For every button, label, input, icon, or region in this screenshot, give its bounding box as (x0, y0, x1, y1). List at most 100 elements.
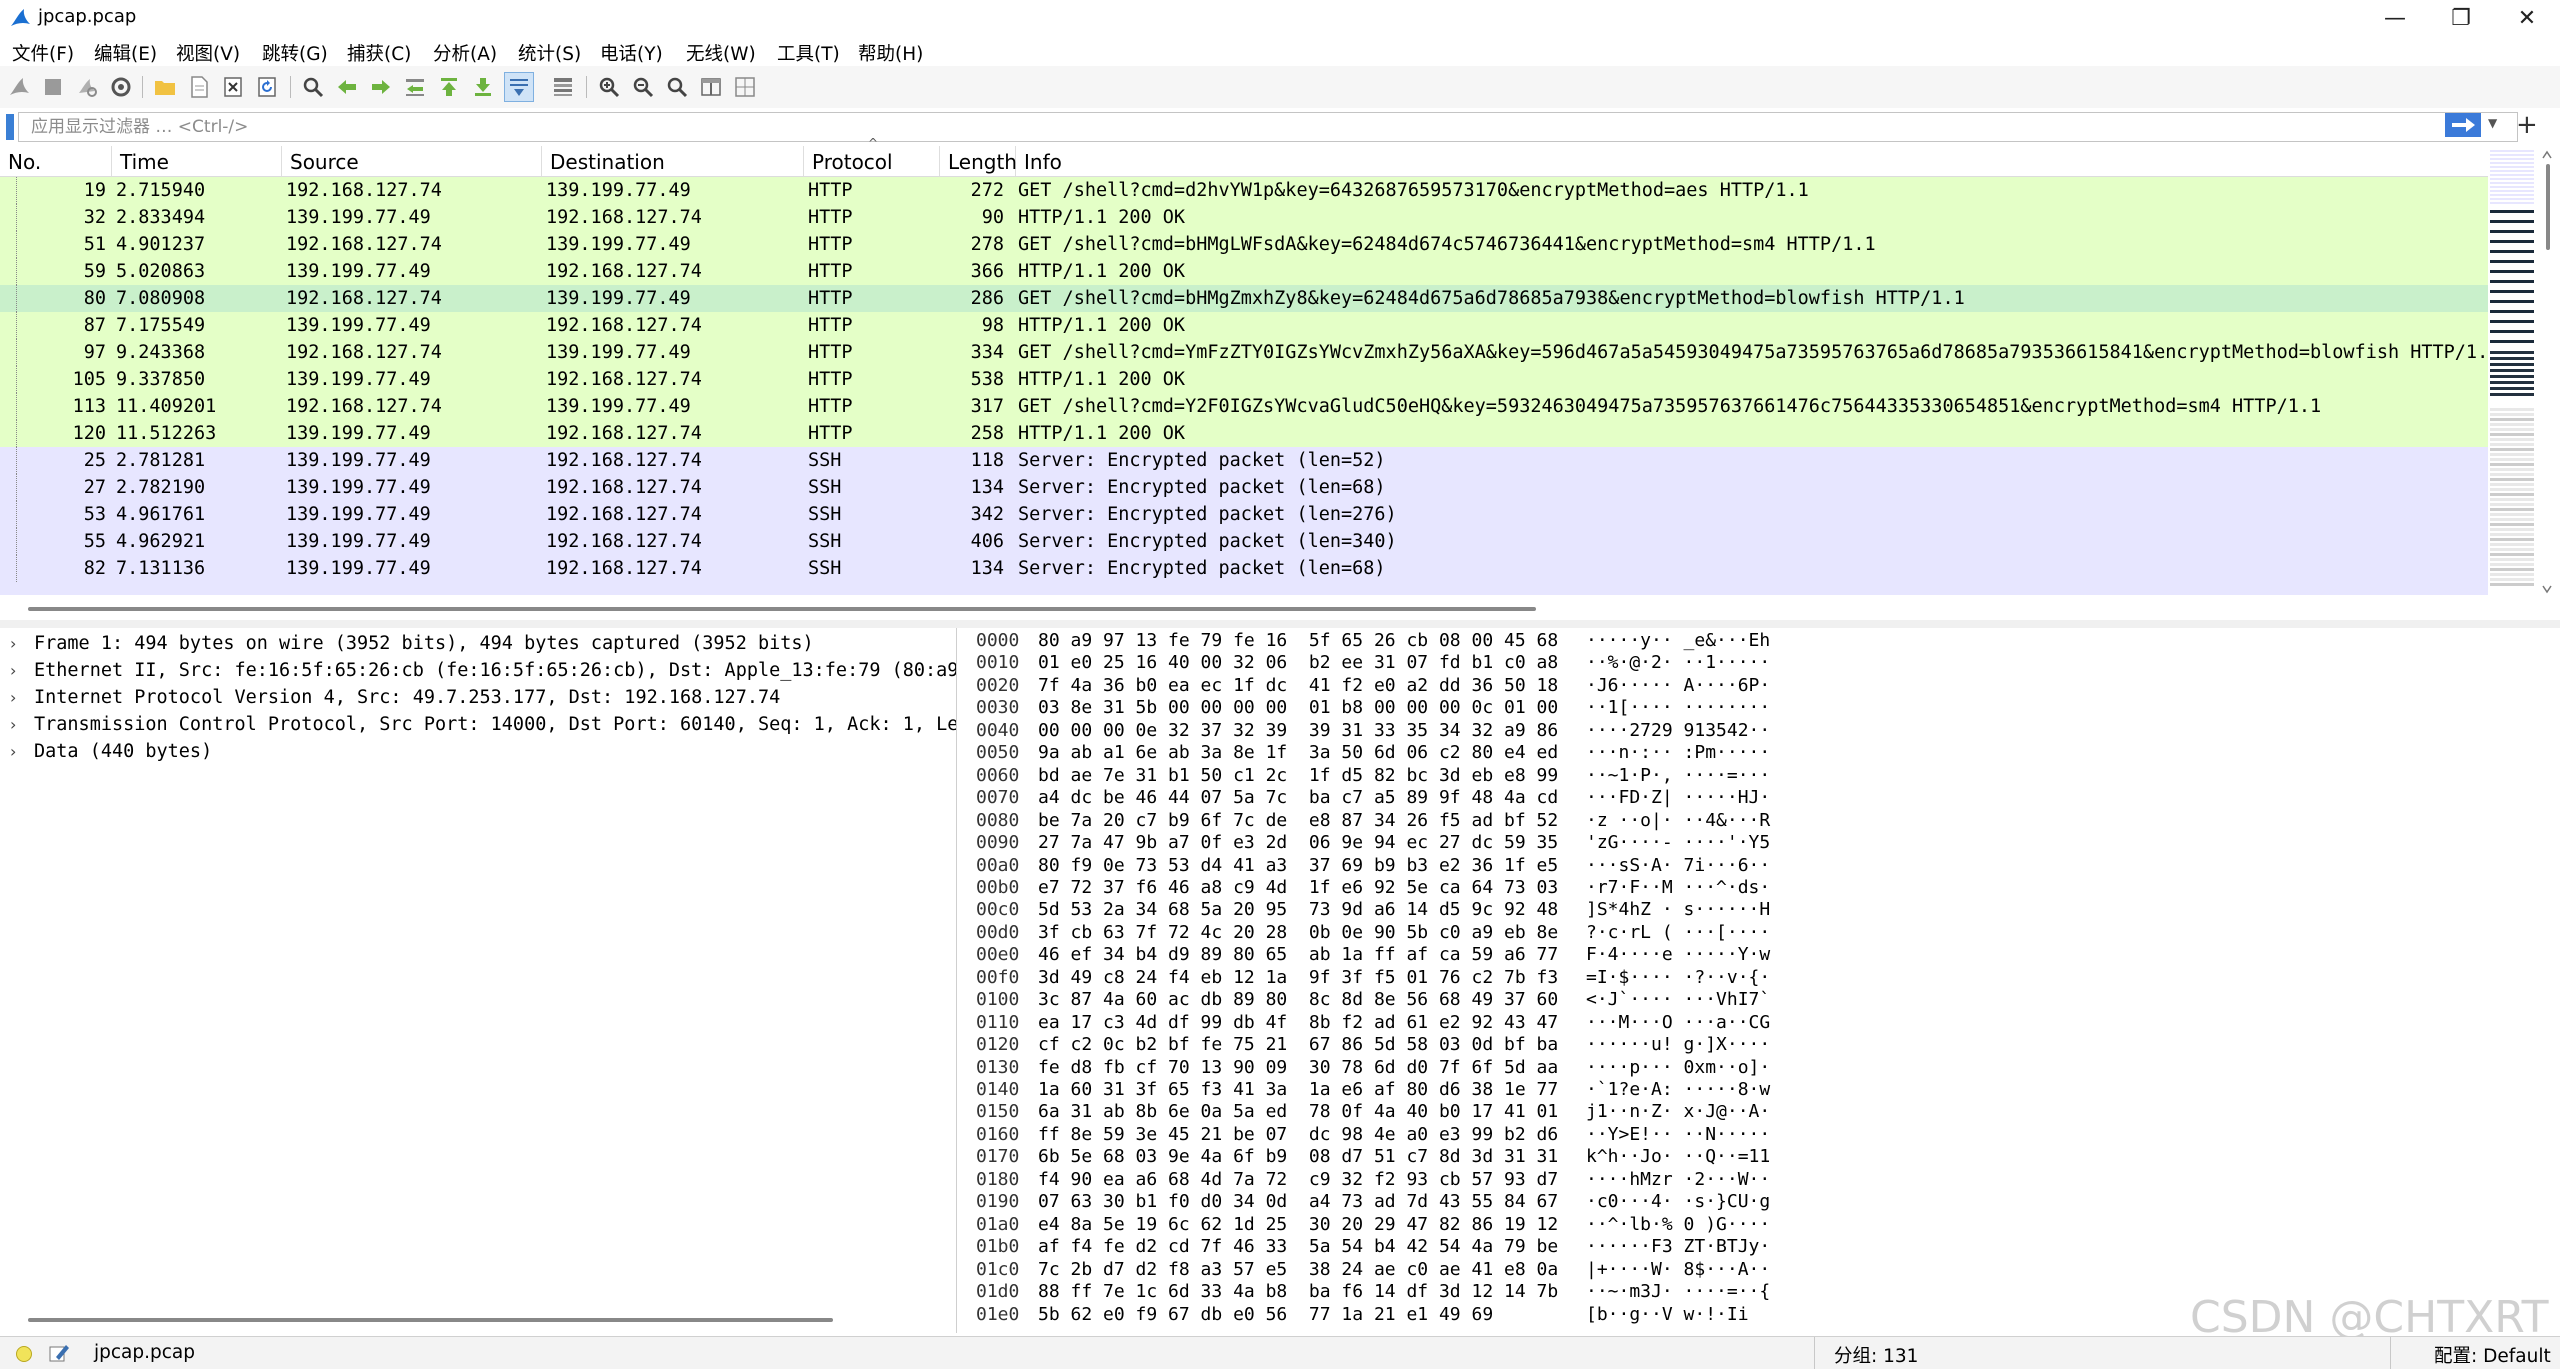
packet-length: 98 (981, 315, 1004, 336)
menu-edit[interactable]: 编辑(E) (94, 38, 157, 68)
layout-button[interactable] (730, 72, 760, 102)
restart-capture-button[interactable] (72, 72, 102, 102)
detail-tree-item[interactable]: › Internet Protocol Version 4, Src: 49.7.… (0, 684, 956, 711)
detail-tree-item[interactable]: › Ethernet II, Src: fe:16:5f:65:26:cb (fe… (0, 657, 956, 684)
save-file-button[interactable] (184, 72, 214, 102)
hex-bytes: ff 8e 59 3e 45 21 be 07 dc 98 4e a0 e3 9… (1038, 1123, 1559, 1145)
menu-statistics[interactable]: 统计(S) (518, 38, 581, 68)
column-source[interactable]: Source (282, 146, 542, 176)
column-info[interactable]: Info (1016, 146, 2488, 176)
go-back-button[interactable] (332, 72, 362, 102)
maximize-button[interactable]: ❐ (2428, 0, 2494, 36)
packet-row[interactable]: 97 9.243368 192.168.127.74 139.199.77.49 HTT… (0, 339, 2488, 366)
menu-telephony[interactable]: 电话(Y) (600, 38, 663, 68)
packet-row[interactable]: 59 5.020863 139.199.77.49 192.168.127.74 HTT… (0, 258, 2488, 285)
packet-row[interactable]: 53 4.961761 139.199.77.49 192.168.127.74 SSH… (0, 501, 2488, 528)
expand-arrow-icon[interactable]: › (10, 711, 16, 738)
expand-arrow-icon[interactable]: › (10, 684, 16, 711)
zoom-out-button[interactable] (628, 72, 658, 102)
display-filter-input[interactable] (29, 113, 2453, 141)
last-packet-button[interactable] (468, 72, 498, 102)
column-length[interactable]: Length (940, 146, 1017, 176)
minimap-stripe (2490, 190, 2534, 192)
capture-options-button[interactable] (106, 72, 136, 102)
packet-source: 139.199.77.49 (286, 315, 431, 336)
capture-comment-icon[interactable] (48, 1343, 70, 1363)
status-profile[interactable]: 配置: Default (2434, 1342, 2551, 1368)
stop-capture-button[interactable] (38, 72, 68, 102)
column-time[interactable]: Time (112, 146, 282, 176)
minimize-button[interactable]: — (2362, 0, 2428, 36)
hex-bytes: bd ae 7e 31 b1 50 c1 2c 1f d5 82 bc 3d e… (1038, 764, 1559, 786)
packet-row[interactable]: 87 7.175549 139.199.77.49 192.168.127.74 HTT… (0, 312, 2488, 339)
packet-row[interactable]: 25 2.781281 139.199.77.49 192.168.127.74 SSH… (0, 447, 2488, 474)
menu-view[interactable]: 视图(V) (176, 38, 240, 68)
packet-length: 258 (970, 423, 1004, 444)
packet-row[interactable]: 27 2.782190 139.199.77.49 192.168.127.74 SSH… (0, 474, 2488, 501)
expand-arrow-icon[interactable]: › (10, 738, 16, 765)
column-protocol[interactable]: Protocol (804, 146, 940, 176)
column-destination[interactable]: Destination (542, 146, 804, 176)
expand-arrow-icon[interactable]: › (10, 657, 16, 684)
resize-columns-button[interactable] (696, 72, 726, 102)
go-to-packet-button[interactable] (400, 72, 430, 102)
menu-tools[interactable]: 工具(T) (777, 38, 840, 68)
packet-row[interactable]: 105 9.337850 139.199.77.49 192.168.127.74 HT… (0, 366, 2488, 393)
packet-list-hscroll-thumb[interactable] (28, 607, 1536, 611)
packet-row[interactable]: 80 7.080908 192.168.127.74 139.199.77.49 HTT… (0, 285, 2488, 312)
expand-arrow-icon[interactable]: › (10, 630, 16, 657)
zoom-in-button[interactable] (594, 72, 624, 102)
open-file-button[interactable] (150, 72, 180, 102)
menu-help[interactable]: 帮助(H) (858, 38, 923, 68)
minimap-stripe (2490, 369, 2534, 372)
filter-history-dropdown[interactable]: ▼ (2488, 116, 2504, 136)
packet-protocol: SSH (808, 504, 842, 525)
packet-row[interactable]: 82 7.131136 139.199.77.49 192.168.127.74 SSH… (0, 555, 2488, 582)
hex-bytes: 00 00 00 0e 32 37 32 39 39 31 33 35 34 3… (1038, 719, 1559, 741)
packet-row[interactable]: 55 4.962921 139.199.77.49 192.168.127.74 SSH… (0, 528, 2488, 555)
hex-bytes: 27 7a 47 9b a7 0f e3 2d 06 9e 94 ec 27 d… (1038, 832, 1559, 854)
details-hscroll-thumb[interactable] (28, 1318, 833, 1322)
start-capture-button[interactable] (4, 72, 34, 102)
packet-time: 7.131136 (116, 558, 206, 579)
detail-tree-item[interactable]: › Transmission Control Protocol, Src Port… (0, 711, 956, 738)
packet-row[interactable]: 32 2.833494 139.199.77.49 192.168.127.74 HTT… (0, 204, 2488, 231)
menu-capture[interactable]: 捕获(C) (347, 38, 411, 68)
detail-tree-item[interactable]: › Frame 1: 494 bytes on wire (3952 bits),… (0, 630, 956, 657)
minimap-stripe (2490, 443, 2534, 446)
colorize-button[interactable] (548, 72, 578, 102)
first-packet-button[interactable] (434, 72, 464, 102)
close-file-button[interactable] (218, 72, 248, 102)
add-filter-button-button[interactable]: + (2516, 110, 2538, 140)
close-button[interactable]: ✕ (2494, 0, 2560, 36)
column-no[interactable]: No. (0, 146, 112, 176)
packet-list-scroll-thumb[interactable] (2546, 164, 2550, 250)
packet-row[interactable]: 51 4.901237 192.168.127.74 139.199.77.49 HTT… (0, 231, 2488, 258)
packet-time: 11.512263 (116, 423, 217, 444)
go-forward-button[interactable] (366, 72, 396, 102)
detail-tree-item[interactable]: › Data (440 bytes) (0, 738, 956, 765)
packet-row[interactable]: 19 2.715940 192.168.127.74 139.199.77.49 HTT… (0, 177, 2488, 204)
autoscroll-button[interactable] (504, 72, 534, 102)
expert-info-icon[interactable] (16, 1346, 32, 1362)
pane-splitter[interactable] (0, 620, 2560, 628)
menu-file[interactable]: 文件(F) (12, 38, 74, 68)
packet-minimap[interactable] (2490, 146, 2534, 598)
packet-row-partial[interactable] (0, 582, 2488, 595)
reload-file-button[interactable] (252, 72, 282, 102)
menu-go[interactable]: 跳转(G) (262, 38, 328, 68)
packet-row[interactable]: 120 11.512263 139.199.77.49 192.168.127.74 H… (0, 420, 2488, 447)
find-packet-button[interactable] (298, 72, 328, 102)
hex-ascii: [b··g··V w·!·Ii (1586, 1303, 1749, 1325)
bookmark-icon[interactable] (6, 114, 14, 140)
packet-bytes-pane: 0000 80 a9 97 13 fe 79 fe 16 5f 65 26 cb … (962, 628, 2560, 1333)
menu-analyze[interactable]: 分析(A) (433, 38, 497, 68)
minimap-stripe (2490, 483, 2534, 486)
menu-wireless[interactable]: 无线(W) (686, 38, 756, 68)
zoom-reset-button[interactable] (662, 72, 692, 102)
apply-filter-button[interactable] (2445, 113, 2481, 137)
minimap-stripe (2490, 448, 2534, 451)
packet-source: 192.168.127.74 (286, 342, 442, 363)
search-icon (303, 77, 324, 98)
packet-row[interactable]: 113 11.409201 192.168.127.74 139.199.77.49 H… (0, 393, 2488, 420)
